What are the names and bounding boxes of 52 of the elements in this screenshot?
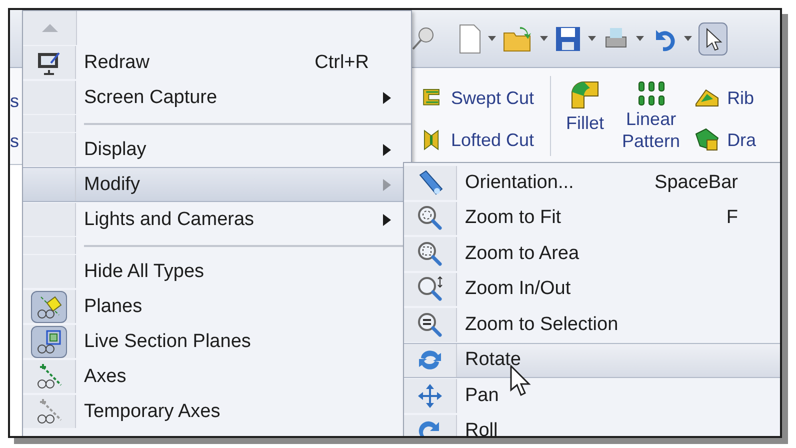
cut-off-text: s: [10, 90, 20, 112]
menu-label: Rotate: [464, 349, 522, 372]
ribbon-label[interactable]: Swept Cut: [451, 88, 534, 108]
menu-label: Temporary Axes: [83, 400, 222, 422]
menu-label: Live Section Planes: [83, 330, 252, 352]
zoom-fit-icon: [416, 204, 444, 232]
dropdown-caret-icon: [488, 36, 496, 42]
menu-label: Zoom In/Out: [464, 278, 572, 300]
shortcut-text: SpaceBar: [654, 172, 739, 194]
ribbon-label[interactable]: Lofted Cut: [451, 130, 534, 150]
four-arrow-move-icon: [416, 382, 444, 410]
dropdown-caret-icon: [540, 36, 548, 42]
dropdown-caret-icon: [684, 36, 692, 42]
axis-glasses-icon: [35, 362, 63, 390]
ribbon-label[interactable]: Dra: [727, 130, 756, 150]
menu-item[interactable]: Redraw Ctrl+R: [23, 45, 411, 80]
ribbon-label[interactable]: Linear Pattern: [613, 108, 690, 152]
menu-label: Orientation...: [464, 172, 575, 194]
new-document-icon: [458, 24, 482, 54]
menu-item[interactable]: Display: [23, 132, 411, 167]
menu-label: Screen Capture: [83, 86, 218, 108]
dropdown-caret-icon: [588, 36, 596, 42]
shortcut-text: Ctrl+R: [314, 52, 370, 74]
submenu-arrow-icon: [383, 92, 391, 104]
zoom-selection-icon: [416, 310, 444, 339]
menu-label: Lights and Cameras: [83, 208, 256, 230]
menu-label: Axes: [83, 366, 128, 388]
menu-label: Zoom to Fit: [464, 207, 562, 230]
shortcut-text: F: [726, 207, 739, 230]
menu-item[interactable]: Rotate: [404, 342, 780, 378]
submenu-arrow-icon: [383, 178, 391, 190]
cut-off-text: s: [10, 130, 20, 152]
zoom-in-out-icon: [416, 275, 444, 304]
ribbon-label[interactable]: Rib: [727, 88, 754, 108]
menu-label: Planes: [83, 296, 144, 318]
menu-label: Pan: [464, 384, 500, 407]
menu-label: Zoom to Area: [464, 242, 580, 265]
submenu-arrow-icon: [383, 214, 391, 226]
ribbon-label[interactable]: Fillet: [557, 112, 614, 134]
scroll-up-icon: [42, 23, 58, 33]
menu-label: Zoom to Selection: [464, 314, 620, 336]
menu-label: Hide All Types: [83, 260, 206, 282]
zoom-area-icon: [416, 240, 444, 268]
dropdown-caret-icon: [636, 36, 644, 42]
menu-label: Display: [83, 138, 148, 160]
submenu-arrow-icon: [383, 144, 391, 156]
menu-label: Redraw: [83, 52, 150, 74]
menu-label: Modify: [83, 174, 141, 196]
menu-item[interactable]: Screen Capture: [23, 80, 411, 115]
folder-icon: [502, 24, 534, 52]
mouse-pointer-icon: [510, 365, 532, 397]
axis-glasses-icon: [35, 398, 63, 426]
